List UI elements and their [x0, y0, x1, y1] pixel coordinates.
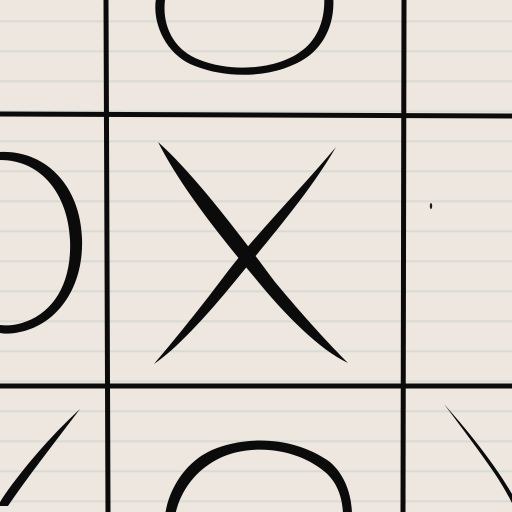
grid-line-vertical-2 — [400, 0, 407, 512]
cell-r0-c0[interactable] — [0, 0, 106, 114]
game-canvas — [0, 0, 512, 512]
tic-tac-toe-board — [0, 0, 512, 512]
cell-r2-c2[interactable] — [405, 388, 512, 512]
ink-speck — [429, 203, 433, 209]
cell-r0-c1[interactable] — [108, 0, 403, 114]
cell-r1-c2[interactable] — [405, 117, 512, 385]
cell-r0-c2[interactable] — [405, 0, 512, 114]
grid-line-horizontal-1 — [0, 111, 512, 119]
cell-r2-c1[interactable] — [108, 388, 403, 512]
grid-line-vertical-1 — [103, 0, 111, 512]
